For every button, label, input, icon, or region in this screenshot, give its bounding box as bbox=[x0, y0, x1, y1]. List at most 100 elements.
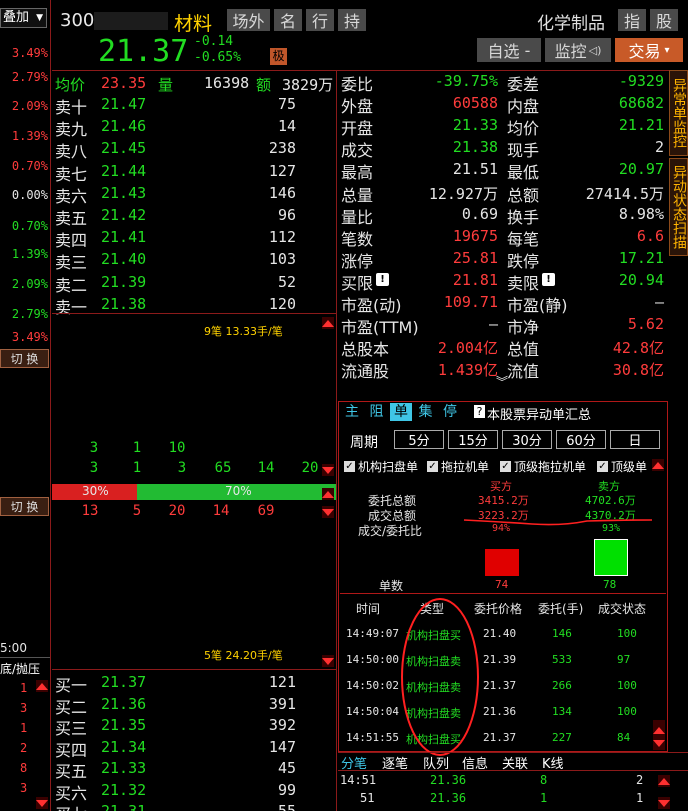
monitor-button[interactable]: 监控 ◁) bbox=[545, 38, 611, 62]
stock-name-mask bbox=[94, 12, 168, 30]
down-arrow-icon bbox=[322, 657, 334, 665]
overlay-dropdown[interactable]: 叠加 ▼ bbox=[0, 8, 47, 28]
panel-top-scroll-up[interactable] bbox=[652, 459, 664, 471]
ask-queue-down[interactable] bbox=[322, 464, 334, 476]
bid-level-row: 买七 21.31 55 bbox=[54, 800, 336, 811]
table-header-4: 成交状态 bbox=[598, 602, 647, 616]
bid-level-volume: 147 bbox=[268, 737, 296, 756]
axis-pct: 0.00% bbox=[11, 188, 48, 202]
tab-holding[interactable]: 持 bbox=[338, 9, 366, 31]
extreme-badge: 极 bbox=[270, 48, 287, 65]
quote-row: 涨停 25.81 跌停 17.21 bbox=[338, 247, 668, 271]
up-arrow-icon bbox=[322, 319, 334, 327]
side-tab-scan[interactable]: 异动状态扫描 bbox=[669, 158, 688, 256]
watchlist-button[interactable]: 自选 - bbox=[477, 38, 541, 62]
bid-level-row: 买四 21.34 147 bbox=[54, 736, 336, 760]
table-row[interactable]: 14:49:07 机构扫盘买 21.40 146 100 bbox=[340, 627, 652, 647]
bid-queue-up[interactable] bbox=[322, 488, 334, 500]
quote-value-right: 68682 bbox=[618, 94, 664, 113]
ask-level-price: 21.44 bbox=[101, 161, 147, 180]
left-scroll-down[interactable] bbox=[36, 797, 48, 809]
bid-queue-down[interactable] bbox=[322, 655, 334, 667]
table-row[interactable]: 14:50:04 机构扫盘卖 21.36 134 100 bbox=[340, 705, 652, 725]
tab-name[interactable]: 名 bbox=[274, 9, 302, 31]
bid-level-price: 21.37 bbox=[101, 673, 147, 691]
table-row[interactable]: 14:50:00 机构扫盘卖 21.39 533 97 bbox=[340, 653, 652, 673]
axis-pct: 3.49% bbox=[11, 330, 48, 344]
queue-cell: 3 bbox=[89, 460, 99, 476]
quote-value-left: 21.33 bbox=[452, 116, 498, 135]
ask-level-row: 卖二 21.39 52 bbox=[54, 271, 336, 295]
axis-pct: 0.70% bbox=[11, 159, 48, 173]
bid-level-price: 21.31 bbox=[101, 802, 147, 811]
ticks-tab-divider bbox=[338, 770, 688, 771]
filter-checkbox[interactable]: ✓ 机构扫盘单 bbox=[344, 459, 418, 474]
panel-scroll-up[interactable] bbox=[653, 724, 665, 736]
bottom-value: 8 bbox=[20, 761, 28, 775]
period-button-2[interactable]: 30分 bbox=[502, 430, 552, 449]
filter-checkbox[interactable]: ✓ 拖拉机单 bbox=[427, 459, 489, 474]
up-arrow-icon bbox=[36, 682, 48, 690]
quote-label-left: 流通股 bbox=[341, 362, 390, 382]
ask-level-price: 21.39 bbox=[101, 272, 147, 291]
bid-level-volume: 391 bbox=[268, 694, 296, 713]
quote-value-left: 25.81 bbox=[452, 248, 498, 267]
table-cell: 21.39 bbox=[483, 653, 517, 666]
quote-value-left: -39.75% bbox=[434, 72, 498, 90]
tab-industry[interactable]: 行 bbox=[306, 9, 334, 31]
switch-button-2[interactable]: 切 换 bbox=[0, 497, 49, 516]
industry-label[interactable]: 化学制品 bbox=[537, 9, 605, 34]
table-row[interactable]: 14:50:02 机构扫盘卖 21.37 266 100 bbox=[340, 679, 652, 699]
index-button[interactable]: 指 bbox=[618, 9, 646, 31]
left-scroll-up[interactable] bbox=[36, 680, 48, 692]
overlay-label: 叠加 bbox=[3, 10, 30, 25]
info-icon: ? bbox=[474, 405, 485, 418]
ask-level-volume: 146 bbox=[268, 183, 296, 202]
asks-bottom-divider bbox=[52, 313, 336, 314]
switch-button-1[interactable]: 切 换 bbox=[0, 349, 49, 368]
panel-tab-4[interactable]: 停 bbox=[439, 403, 461, 421]
trade-button[interactable]: 交易 ▾ bbox=[615, 38, 683, 62]
panel-tab-0[interactable]: 主 bbox=[341, 403, 363, 421]
trade-arrow-icon: ▾ bbox=[664, 44, 670, 56]
filter-checkbox[interactable]: ✓ 顶级拖拉机单 bbox=[500, 459, 586, 474]
panel-tab-2[interactable]: 单 bbox=[390, 403, 412, 421]
axis-pct: 1.39% bbox=[11, 129, 48, 143]
panel-tab-1[interactable]: 阻 bbox=[366, 403, 388, 421]
bar-right-pct: 70% bbox=[225, 484, 252, 498]
filter-checkbox[interactable]: ✓ 顶级单 bbox=[597, 459, 647, 474]
tab-offmarket[interactable]: 场外 bbox=[227, 9, 270, 31]
panel-scroll-down[interactable] bbox=[653, 737, 665, 749]
quote-value-right: 21.21 bbox=[618, 116, 664, 135]
bid-level-price: 21.36 bbox=[101, 694, 147, 713]
checkbox-icon: ✓ bbox=[427, 460, 438, 472]
table-cell: 14:50:00 bbox=[346, 653, 399, 666]
period-button-4[interactable]: 日 bbox=[610, 430, 660, 449]
stock-button[interactable]: 股 bbox=[650, 9, 678, 31]
count-label: 单数 bbox=[379, 579, 404, 593]
ask-level-volume: 103 bbox=[268, 250, 296, 269]
warning-icon: ! bbox=[376, 272, 389, 286]
panel-tab-3[interactable]: 集 bbox=[415, 403, 437, 421]
period-button-3[interactable]: 60分 bbox=[556, 430, 606, 449]
ask-level-price: 21.42 bbox=[101, 206, 147, 224]
ticks-scroll-down[interactable] bbox=[658, 797, 670, 809]
quote-value-left: 12.927万 bbox=[428, 184, 498, 203]
tick-volume: 1 bbox=[540, 791, 548, 805]
period-button-0[interactable]: 5分 bbox=[394, 430, 444, 449]
quote-row: 笔数 19675 每笔 6.6 bbox=[338, 225, 668, 249]
ask-queue-up[interactable] bbox=[322, 317, 334, 329]
ask-level-price: 21.40 bbox=[101, 250, 147, 269]
table-row[interactable]: 14:51:55 机构扫盘买 21.37 227 84 bbox=[340, 731, 652, 751]
down-arrow-icon bbox=[36, 799, 48, 807]
side-tab-abnormal[interactable]: 异常单监控 bbox=[669, 70, 688, 156]
period-button-1[interactable]: 15分 bbox=[448, 430, 498, 449]
expand-icon[interactable]: ︾ bbox=[496, 376, 508, 388]
bottom-value: 3 bbox=[20, 781, 28, 795]
ask-level-volume: 238 bbox=[268, 139, 296, 158]
ask-level-row: 卖一 21.38 120 bbox=[54, 293, 336, 317]
ticks-scroll-up[interactable] bbox=[658, 775, 670, 787]
buy-count: 74 bbox=[495, 578, 509, 591]
bid-queue-top-down[interactable] bbox=[322, 506, 334, 518]
table-cell: 533 bbox=[552, 653, 572, 666]
